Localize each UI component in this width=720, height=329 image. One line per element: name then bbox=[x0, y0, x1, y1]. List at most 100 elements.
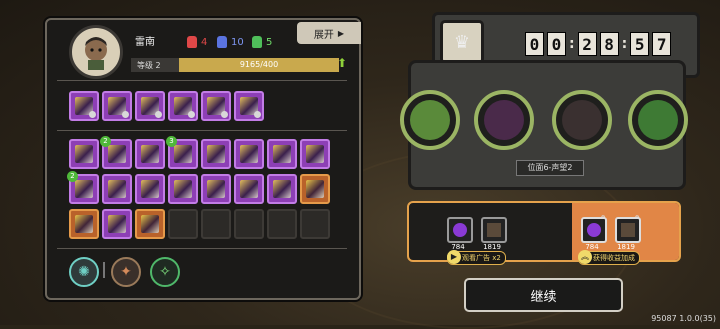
skill-slot[interactable] bbox=[201, 139, 231, 169]
enemy-claw-icon[interactable] bbox=[552, 90, 612, 150]
empty-skill-slot[interactable] bbox=[201, 209, 231, 239]
watch-ad-button[interactable]: ▶ 观看广告 x2 bbox=[447, 250, 506, 265]
timer-digit: 0 bbox=[525, 32, 544, 56]
arrow-burst-icon[interactable]: ✧ bbox=[150, 257, 180, 287]
skill-slot[interactable] bbox=[69, 209, 99, 239]
expand-button[interactable]: 展开 ▶ bbox=[297, 22, 361, 44]
skill-slot[interactable] bbox=[300, 174, 330, 204]
skill-icon bbox=[273, 180, 291, 198]
skill-row: 2 bbox=[67, 171, 330, 204]
continue-button[interactable]: 继续 bbox=[464, 278, 623, 312]
reward-value: 1819 bbox=[617, 243, 635, 251]
skill-slot[interactable] bbox=[135, 174, 165, 204]
skill-slot[interactable] bbox=[234, 139, 264, 169]
skill-slot[interactable] bbox=[168, 174, 198, 204]
timer-colon: : bbox=[569, 36, 575, 52]
enemy-demon-icon[interactable] bbox=[474, 90, 534, 150]
divider bbox=[57, 248, 347, 249]
timer-digit: 7 bbox=[652, 32, 672, 56]
skill-icon bbox=[108, 145, 126, 163]
skill-icon bbox=[273, 145, 291, 163]
resource-red: 4 bbox=[187, 36, 207, 48]
divider bbox=[57, 130, 347, 131]
skill-row: 23 bbox=[69, 136, 330, 169]
equipment-slot[interactable] bbox=[102, 91, 132, 121]
green-mask-icon bbox=[252, 36, 262, 48]
skill-icon bbox=[240, 145, 258, 163]
equipment-slot[interactable] bbox=[168, 91, 198, 121]
equipment-slot[interactable] bbox=[201, 91, 231, 121]
reward-value: 784 bbox=[451, 243, 465, 251]
skill-icon bbox=[75, 180, 93, 198]
upgrade-dot-icon bbox=[89, 111, 96, 118]
skill-icon bbox=[75, 215, 93, 233]
skill-slot[interactable] bbox=[234, 174, 264, 204]
character-panel: 雷南 4 10 5 展开 ▶ 等级 2 9165/400 ⬆ 23 2 ✺ ✦ … bbox=[45, 18, 361, 300]
spin-skill-icon[interactable]: ✺ bbox=[69, 257, 99, 287]
equipment-slot[interactable] bbox=[234, 91, 264, 121]
skill-slot[interactable] bbox=[69, 139, 99, 169]
empty-skill-slot[interactable] bbox=[168, 209, 198, 239]
skill-slot[interactable] bbox=[300, 139, 330, 169]
empty-skill-slot[interactable] bbox=[300, 209, 330, 239]
skill-icon bbox=[75, 145, 93, 163]
countdown-timer: 0 0 : 2 8 : 5 7 bbox=[525, 32, 672, 56]
divider bbox=[57, 80, 347, 81]
empty-skill-slot[interactable] bbox=[234, 209, 264, 239]
dark-tablet-icon bbox=[481, 217, 507, 243]
level-up-arrow-icon[interactable]: ⬆ bbox=[337, 56, 347, 72]
separator bbox=[103, 262, 105, 278]
skill-slot[interactable] bbox=[201, 174, 231, 204]
upgrade-dot-icon bbox=[188, 111, 195, 118]
skill-icon bbox=[141, 215, 159, 233]
avatar[interactable] bbox=[69, 25, 123, 79]
enemy-nerd-icon[interactable] bbox=[628, 90, 688, 150]
timer-colon: : bbox=[621, 36, 628, 52]
timer-digit: 0 bbox=[547, 32, 566, 56]
expand-label: 展开 bbox=[313, 29, 334, 41]
red-mask-icon bbox=[187, 36, 197, 48]
upgrade-dot-icon bbox=[254, 111, 261, 118]
enemy-insect-icon[interactable] bbox=[400, 90, 460, 150]
xp-text: 9165/400 bbox=[239, 60, 279, 69]
skill-slot[interactable]: 2 bbox=[100, 136, 132, 169]
skill-level-badge: 2 bbox=[67, 171, 78, 182]
skill-slot[interactable]: 3 bbox=[166, 136, 198, 169]
skill-slot[interactable] bbox=[267, 139, 297, 169]
equipment-slot[interactable] bbox=[135, 91, 165, 121]
resource-blue: 10 bbox=[217, 36, 244, 48]
skill-row bbox=[69, 209, 330, 239]
timer-digit: 5 bbox=[630, 32, 650, 56]
watch-ad-label: 观看广告 x2 bbox=[462, 254, 501, 262]
skill-slot[interactable] bbox=[135, 139, 165, 169]
lock-icon: 🔒︎ bbox=[635, 212, 640, 221]
timer-digit: 2 bbox=[577, 32, 597, 56]
lock-icon: 🔒︎ bbox=[601, 212, 606, 221]
resource-blue-value: 10 bbox=[231, 36, 244, 48]
continue-label: 继续 bbox=[530, 289, 557, 305]
bonus-button[interactable]: ︽ 获得收益加成 bbox=[578, 250, 640, 265]
skill-icon bbox=[108, 180, 126, 198]
crowned-boss-icon: ♛ bbox=[440, 20, 484, 64]
chevron-right-icon: ▶ bbox=[337, 28, 345, 38]
skill-slot[interactable] bbox=[135, 209, 165, 239]
level-label: 等级 2 bbox=[131, 58, 185, 72]
upgrade-dot-icon bbox=[155, 111, 162, 118]
claw-skill-icon[interactable]: ✦ bbox=[111, 257, 141, 287]
version-text: 95087 1.0.0(35) bbox=[651, 314, 716, 323]
skill-icon bbox=[174, 145, 192, 163]
equipment-slot[interactable] bbox=[69, 91, 99, 121]
equipment-row bbox=[69, 91, 264, 121]
empty-skill-slot[interactable] bbox=[267, 209, 297, 239]
skill-icon bbox=[174, 180, 192, 198]
skill-icon bbox=[306, 145, 324, 163]
skill-slot[interactable] bbox=[102, 174, 132, 204]
resource-green: 5 bbox=[252, 36, 272, 48]
skill-level-badge: 2 bbox=[100, 136, 111, 147]
skill-slot[interactable] bbox=[102, 209, 132, 239]
upgrade-dot-icon bbox=[122, 111, 129, 118]
player-name: 雷南 bbox=[135, 37, 155, 48]
play-icon: ▶ bbox=[447, 250, 461, 264]
skill-slot[interactable]: 2 bbox=[67, 171, 99, 204]
skill-slot[interactable] bbox=[267, 174, 297, 204]
